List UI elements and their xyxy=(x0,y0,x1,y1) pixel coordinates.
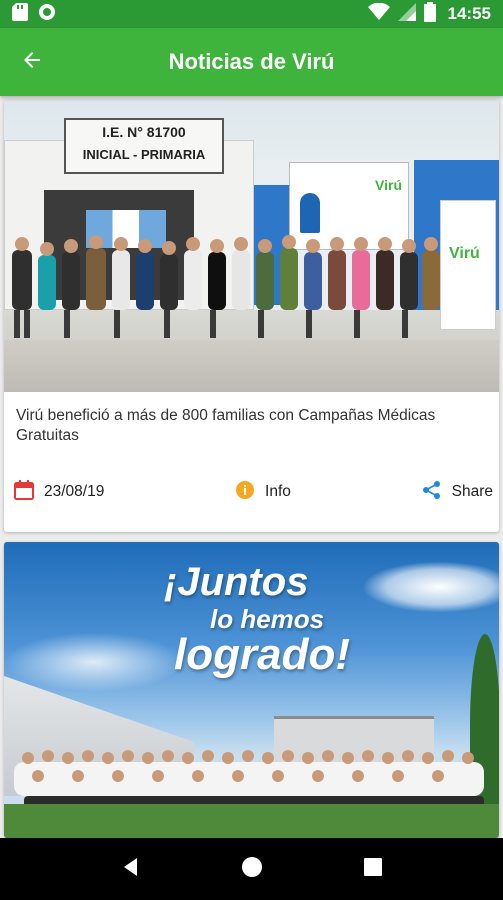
news-title[interactable]: Virú benefició a más de 800 familias con… xyxy=(16,406,487,462)
headline-line-3: logrado! xyxy=(174,630,350,679)
card-body: Virú benefició a más de 800 familias con… xyxy=(4,392,499,462)
card-actions: 23/08/19 Info Share xyxy=(4,462,499,522)
share-icon xyxy=(422,480,442,505)
battery-icon xyxy=(423,1,436,27)
brand-banner-text: Virú xyxy=(449,245,480,262)
date-action[interactable]: 23/08/19 xyxy=(14,479,105,505)
wifi-icon xyxy=(367,2,390,26)
news-date: 23/08/19 xyxy=(44,483,105,500)
square-recents-icon xyxy=(363,857,382,881)
calendar-icon xyxy=(14,479,34,505)
news-card[interactable]: I.E. N° 81700 INICIAL - PRIMARIA Virú Vi… xyxy=(4,100,499,532)
brand-banner: Virú xyxy=(440,200,496,330)
sign-line-2: INICIAL - PRIMARIA xyxy=(82,147,206,162)
headline-line-1: ¡Juntos xyxy=(164,560,309,604)
news-card[interactable]: ¡Juntos lo hemos logrado! xyxy=(4,542,499,838)
grass xyxy=(4,804,499,838)
building-sign: I.E. N° 81700 INICIAL - PRIMARIA xyxy=(64,118,224,174)
app-bar: Noticias de Virú xyxy=(0,28,503,96)
status-time: 14:55 xyxy=(447,4,491,23)
news-photo[interactable]: ¡Juntos lo hemos logrado! xyxy=(4,542,499,838)
people-group xyxy=(4,230,444,340)
share-label: Share xyxy=(451,483,493,500)
cloud xyxy=(4,632,184,692)
info-button[interactable]: Info xyxy=(235,480,291,505)
banner-figure xyxy=(300,193,320,233)
back-button[interactable] xyxy=(0,28,64,96)
nav-recents-button[interactable] xyxy=(353,849,393,889)
info-label: Info xyxy=(265,483,291,500)
news-list[interactable]: I.E. N° 81700 INICIAL - PRIMARIA Virú Vi… xyxy=(0,96,503,838)
status-bar: 14:55 xyxy=(0,0,503,28)
system-nav-bar xyxy=(0,838,503,900)
arrow-left-icon xyxy=(20,48,44,77)
page-title: Noticias de Virú xyxy=(168,49,335,74)
info-icon xyxy=(235,480,255,505)
news-photo[interactable]: I.E. N° 81700 INICIAL - PRIMARIA Virú Vi… xyxy=(4,100,499,392)
circle-home-icon xyxy=(241,856,263,883)
cloud xyxy=(364,562,499,612)
share-button[interactable]: Share xyxy=(422,480,493,505)
group-photo-crowd xyxy=(14,742,494,812)
signal-icon xyxy=(397,2,416,26)
sync-icon xyxy=(38,3,56,26)
sd-card-icon xyxy=(12,2,28,26)
banner-brand: Virú xyxy=(375,177,402,193)
triangle-back-icon xyxy=(121,857,141,882)
nav-home-button[interactable] xyxy=(232,849,272,889)
nav-back-button[interactable] xyxy=(111,849,151,889)
sidewalk xyxy=(4,340,499,392)
sign-line-1: I.E. N° 81700 xyxy=(102,124,186,140)
